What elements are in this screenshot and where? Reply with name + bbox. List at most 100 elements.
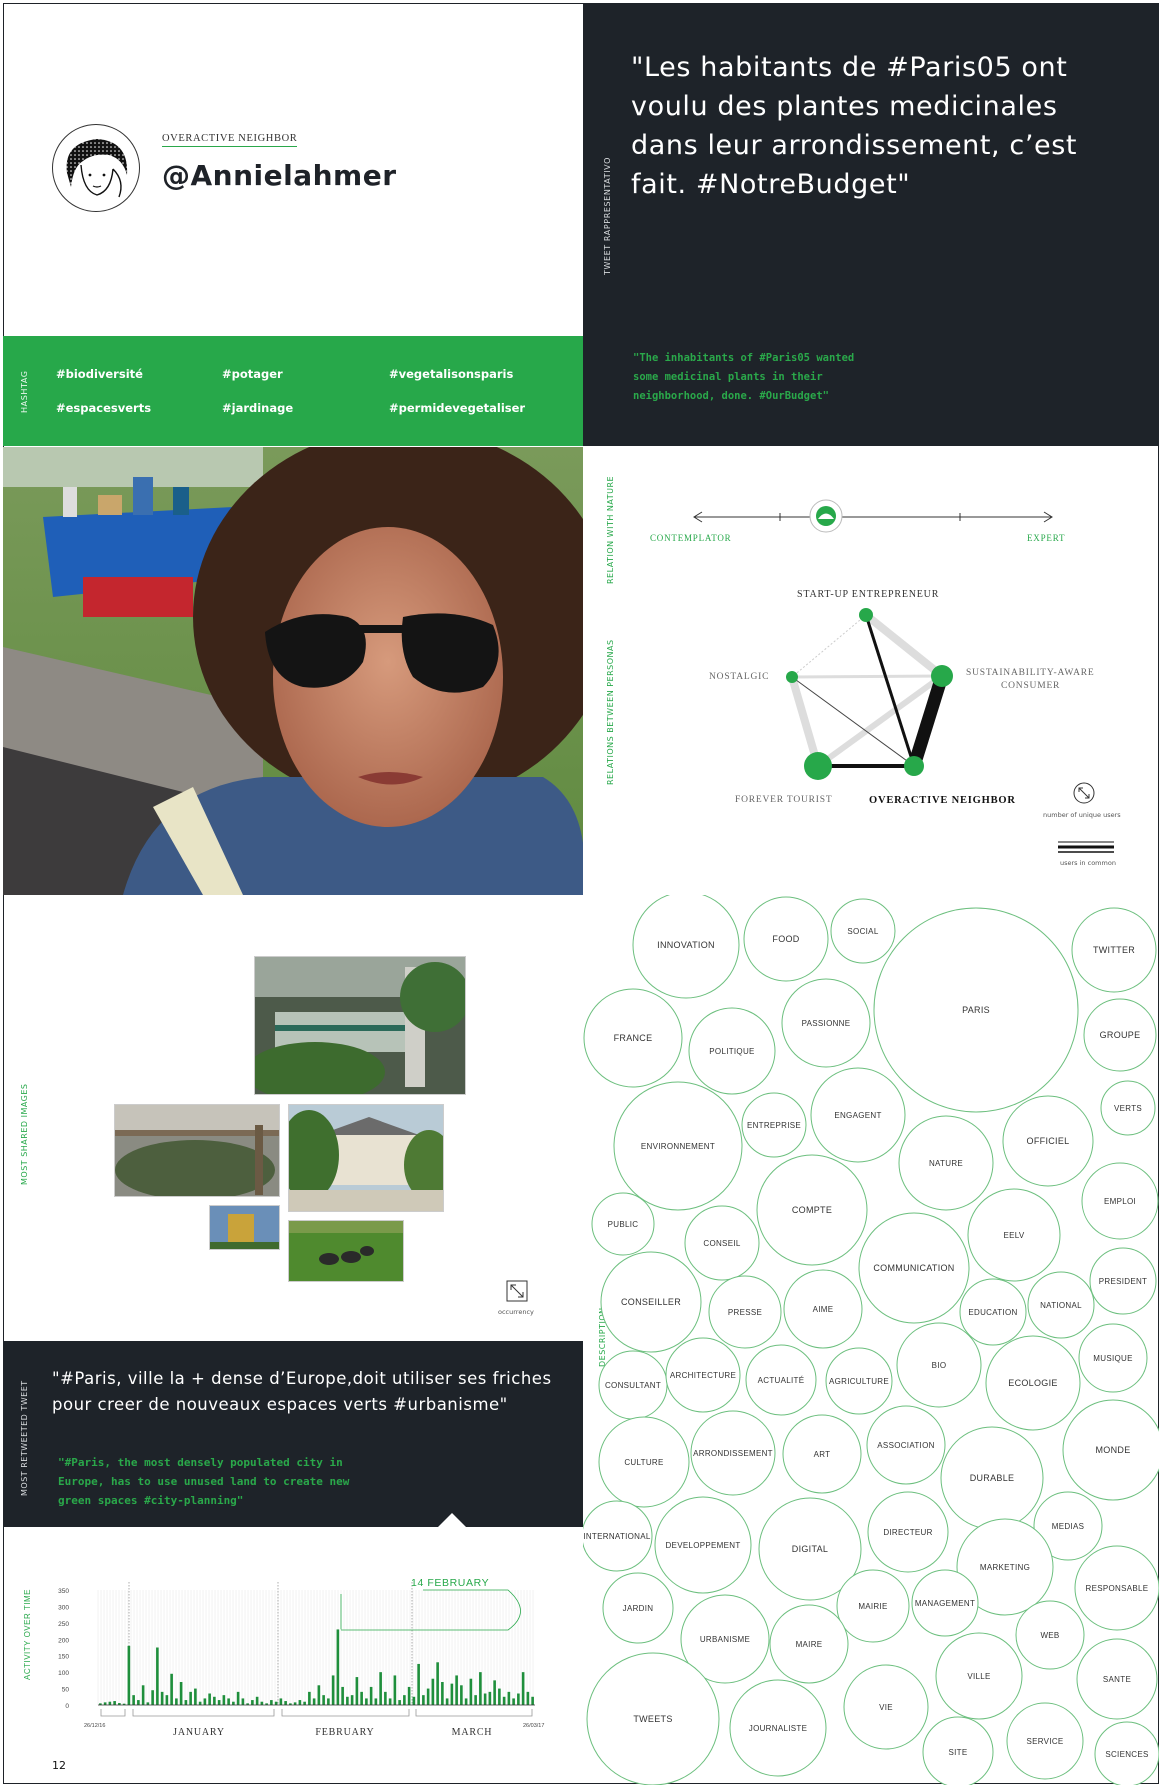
activity-bar <box>455 1675 458 1705</box>
nature-scale <box>693 499 1053 533</box>
activity-bar <box>355 1677 359 1705</box>
word-bubble-label: FRANCE <box>614 1033 653 1043</box>
activity-bar <box>474 1695 477 1705</box>
word-bubble: SANTE <box>1076 1638 1158 1720</box>
word-bubble-label: ENGAGENT <box>834 1111 881 1120</box>
avatar-illustration-icon <box>66 139 128 198</box>
shared-image-garden-path <box>114 1104 280 1197</box>
word-bubble: TWITTER <box>1071 907 1157 993</box>
word-bubble-label: RESPONSABLE <box>1086 1584 1149 1593</box>
activity-bar <box>379 1672 382 1705</box>
word-bubble: AGRICULTURE <box>825 1347 893 1415</box>
activity-bar <box>179 1682 183 1705</box>
word-bubble-label: SITE <box>949 1748 968 1757</box>
word-bubble-label: SOCIAL <box>847 927 878 936</box>
word-bubble-label: PARIS <box>962 1005 990 1015</box>
word-bubble-label: MANAGEMENT <box>915 1599 975 1608</box>
activity-bar <box>151 1690 154 1705</box>
word-bubble: PRESSE <box>708 1275 782 1349</box>
word-bubble: MAIRE <box>769 1604 849 1684</box>
retweet-text-en: "#Paris, the most densely populated city… <box>58 1456 350 1507</box>
activity-bar <box>222 1695 226 1705</box>
activity-bar <box>132 1695 135 1705</box>
users-in-common-icon <box>1058 841 1114 853</box>
hashtag-item: #espacesverts <box>56 401 152 415</box>
month-label: MARCH <box>452 1727 493 1738</box>
word-bubble-label: ARCHITECTURE <box>670 1371 736 1380</box>
hashtag-item: #jardinage <box>222 401 294 415</box>
activity-bar <box>279 1698 283 1705</box>
edge-startup-nostalgic <box>791 614 867 678</box>
word-bubble: PASSIONNE <box>781 978 871 1068</box>
annotation-label: 14 FEBRUARY <box>411 1577 489 1589</box>
activity-bar <box>374 1698 378 1705</box>
word-bubble: NATURE <box>898 1115 994 1211</box>
activity-bar <box>213 1696 216 1705</box>
word-bubble: MANAGEMENT <box>911 1569 979 1637</box>
activity-bar <box>407 1686 411 1705</box>
activity-bar <box>426 1688 430 1705</box>
word-bubble: COMPTE <box>756 1154 868 1266</box>
word-bubble: MUSIQUE <box>1078 1323 1148 1393</box>
word-bubble-label: PUBLIC <box>608 1220 639 1229</box>
word-bubble: SERVICE <box>1006 1702 1084 1780</box>
activity-bar <box>365 1698 368 1705</box>
word-bubble-label: PRESSE <box>728 1308 762 1317</box>
word-bubble-label: DIRECTEUR <box>883 1528 932 1537</box>
activity-bar <box>298 1700 302 1705</box>
word-bubble-label: CONSULTANT <box>605 1381 661 1390</box>
month-bracket <box>100 1709 126 1717</box>
hashtag-band <box>3 336 583 446</box>
node-label-sustain: SUSTAINABILITY-AWARE <box>966 668 1095 678</box>
activity-bar <box>431 1678 435 1705</box>
word-bubble-label: ACTUALITÉ <box>758 1376 805 1385</box>
word-bubble-label: AIME <box>813 1305 834 1314</box>
word-bubble-chart: INNOVATION FOOD SOCIAL TWITTER PARIS GROUPE FR… <box>583 895 1159 1785</box>
word-bubble: ARRONDISSEMENT <box>690 1410 776 1496</box>
activity-bar <box>412 1696 416 1705</box>
hashtag-item: #vegetalisonsparis <box>389 367 514 381</box>
word-bubble: PUBLIC <box>591 1192 655 1256</box>
word-bubble-label: ECOLOGIE <box>1008 1378 1057 1388</box>
word-bubble-label: MEDIAS <box>1052 1522 1084 1531</box>
images-section-label: MOST SHARED IMAGES <box>20 1083 29 1185</box>
word-bubble: DIRECTEUR <box>867 1491 949 1573</box>
word-bubble: FRANCE <box>583 988 683 1088</box>
shared-image-building <box>288 1104 444 1212</box>
activity-bar <box>270 1700 273 1705</box>
activity-bar <box>483 1693 487 1705</box>
activity-bar <box>284 1701 287 1705</box>
word-bubble: ART <box>782 1414 862 1494</box>
activity-bar <box>450 1683 454 1705</box>
activity-bar <box>336 1629 340 1705</box>
word-bubble-label: JOURNALISTE <box>749 1724 807 1733</box>
word-bubble-label: SERVICE <box>1026 1737 1063 1746</box>
word-bubble-label: INNOVATION <box>657 940 715 950</box>
activity-bar <box>445 1698 449 1705</box>
activity-bar <box>189 1691 192 1705</box>
retweet-section-label: MOST RETWEETED TWEET <box>20 1380 29 1496</box>
activity-bar <box>403 1695 406 1705</box>
activity-bar <box>331 1675 335 1705</box>
word-bubble-label: GROUPE <box>1100 1030 1141 1040</box>
word-bubble-label: SANTE <box>1103 1675 1131 1684</box>
word-bubble: MAIRIE <box>836 1569 910 1643</box>
activity-bar <box>464 1698 468 1705</box>
user-handle: @Annielahmer <box>162 159 397 192</box>
callout-notch <box>438 1513 466 1527</box>
activity-bar <box>141 1685 145 1705</box>
activity-bar <box>398 1700 401 1705</box>
node-nostalgic <box>786 671 798 683</box>
persona-network <box>786 608 953 780</box>
avatar <box>52 124 140 212</box>
node-label-overactive: OVERACTIVE NEIGHBOR <box>869 795 1016 806</box>
unique-users-icon <box>1073 782 1095 804</box>
y-tick-label: 250 <box>58 1621 69 1628</box>
word-bubble: COMMUNICATION <box>858 1212 970 1324</box>
activity-bar <box>493 1680 496 1705</box>
word-bubble-label: DURABLE <box>970 1473 1015 1483</box>
activity-bar <box>507 1691 511 1705</box>
shared-image-metro <box>254 956 466 1095</box>
activity-bar <box>198 1701 202 1705</box>
y-tick-label: 200 <box>58 1637 69 1644</box>
